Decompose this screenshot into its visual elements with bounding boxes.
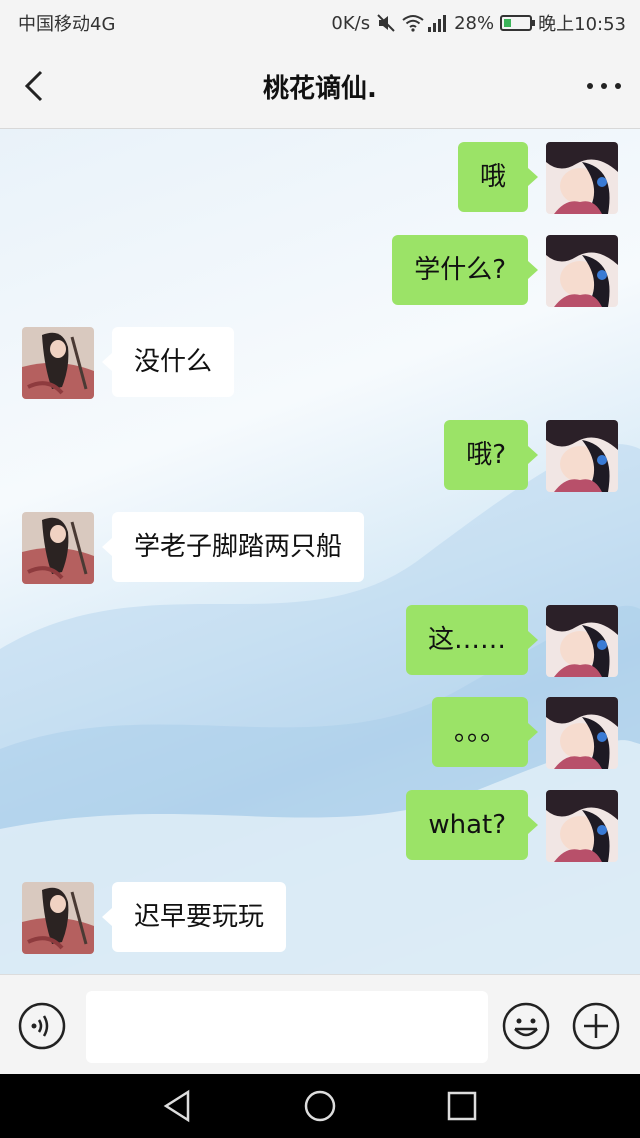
wifi-icon [402,14,424,32]
more-button[interactable] [582,64,626,108]
message-bubble[interactable]: 没什么 [101,327,235,397]
status-bar: 中国移动4G 0K/s 28% 晚上10:53 [0,0,640,44]
message-bubble[interactable]: 迟早要玩玩 [101,882,287,952]
message-bubble[interactable]: 学什么? [392,235,538,305]
my-avatar[interactable] [546,420,618,492]
system-back-button[interactable] [160,1088,196,1124]
my-avatar[interactable] [546,605,618,677]
chat-header: 桃花谪仙. [0,44,640,129]
battery-fill [504,19,512,27]
chat-title: 桃花谪仙. [263,74,377,104]
contact-avatar[interactable] [22,512,94,584]
my-avatar[interactable] [546,790,618,862]
square-recents-icon [447,1091,477,1121]
emoji-button[interactable] [502,1002,550,1050]
system-home-button[interactable] [302,1088,338,1124]
system-nav-bar [0,1074,640,1138]
voice-button[interactable] [18,1002,66,1050]
contact-avatar[interactable] [22,882,94,954]
message-bubble[interactable]: 学老子脚踏两只船 [101,512,365,582]
battery-percent: 28% [454,12,495,34]
my-avatar[interactable] [546,142,618,214]
signal-icon [428,14,448,32]
mute-icon [376,14,396,32]
message-bubble[interactable]: 这…… [405,605,539,675]
plus-icon [572,1002,620,1050]
emoji-icon [502,1002,550,1050]
message-bubble[interactable]: 。。。 [431,697,539,767]
message-input[interactable] [86,991,488,1063]
status-right: 0K/s 28% 晚上10:53 [331,10,626,36]
message-bubble[interactable]: 哦 [457,142,539,212]
circle-home-icon [304,1090,336,1122]
carrier-label: 中国移动4G [18,14,116,35]
more-dots-icon [587,83,621,89]
net-speed: 0K/s [331,12,371,34]
triangle-back-icon [163,1089,190,1123]
system-recents-button[interactable] [444,1088,480,1124]
chat-area[interactable]: 哦学什么? 没什么哦? 学老子脚踏两只船 这…… 。。。 what? 迟早要玩玩 [0,129,640,974]
clock: 晚上10:53 [538,14,626,35]
my-avatar[interactable] [546,235,618,307]
battery-icon [500,15,536,31]
plus-button[interactable] [572,1002,620,1050]
message-bubble[interactable]: 哦? [444,420,538,490]
voice-icon [18,1002,66,1050]
message-bubble[interactable]: what? [406,790,538,860]
input-bar [0,974,640,1075]
my-avatar[interactable] [546,697,618,769]
contact-avatar[interactable] [22,327,94,399]
